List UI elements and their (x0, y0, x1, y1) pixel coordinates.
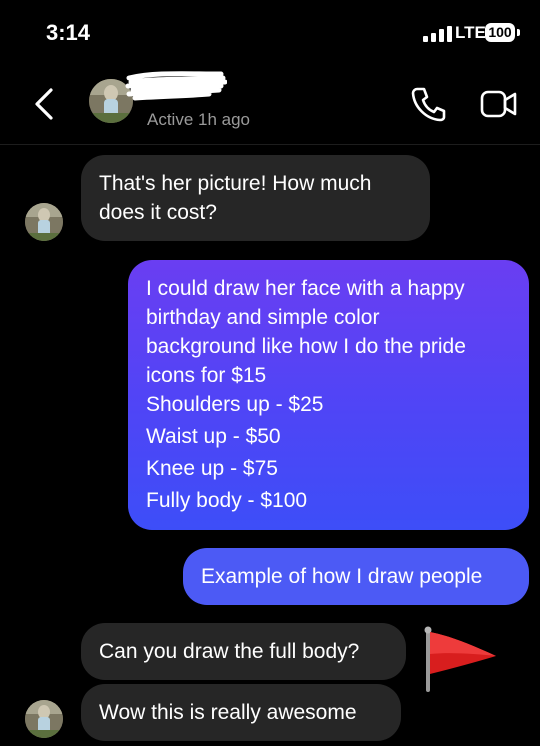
avatar[interactable] (25, 700, 63, 738)
message-text: icons for $15 (146, 364, 267, 387)
message-text: I could draw her face with a happy (146, 277, 465, 300)
message-text: background like how I do the pride (146, 335, 466, 358)
chat-header: Active 1h ago (0, 64, 540, 145)
signal-icon (423, 26, 452, 42)
message-bubble-incoming[interactable]: Wow this is really awesome (81, 684, 401, 741)
network-label: LTE (455, 23, 486, 42)
message-bubble-incoming[interactable]: That's her picture! How much does it cos… (81, 155, 430, 241)
message-text: Waist up - $50 (146, 425, 281, 448)
status-time: 3:14 (46, 20, 91, 45)
message-text: Can you draw the full body? (99, 640, 360, 663)
video-camera-icon[interactable] (480, 88, 518, 120)
message-text: Shoulders up - $25 (146, 393, 324, 416)
battery-icon: 100 (485, 23, 515, 42)
message-bubble-outgoing[interactable]: Example of how I draw people (183, 548, 529, 605)
chevron-left-icon[interactable] (30, 86, 60, 122)
message-text: birthday and simple color (146, 306, 380, 329)
message-text: That's her picture! How much (99, 172, 372, 195)
status-bar: 3:14 LTE 100 (0, 0, 540, 64)
avatar-photo (25, 700, 63, 738)
message-text: does it cost? (99, 201, 217, 224)
battery-tip (517, 29, 520, 36)
message-text: Fully body - $100 (146, 489, 308, 512)
message-bubble-outgoing[interactable]: I could draw her face with a happy birth… (128, 260, 529, 530)
phone-icon[interactable] (410, 86, 446, 122)
avatar[interactable] (25, 203, 63, 241)
message-text: Wow this is really awesome (99, 701, 357, 724)
active-status: Active 1h ago (147, 110, 251, 129)
avatar-photo (25, 203, 63, 241)
redacted-name-scribble (125, 71, 227, 101)
message-text: Example of how I draw people (201, 565, 483, 588)
message-text: Knee up - $75 (146, 457, 278, 480)
message-bubble-incoming[interactable]: Can you draw the full body? (81, 623, 406, 680)
red-flag-icon (424, 626, 496, 692)
